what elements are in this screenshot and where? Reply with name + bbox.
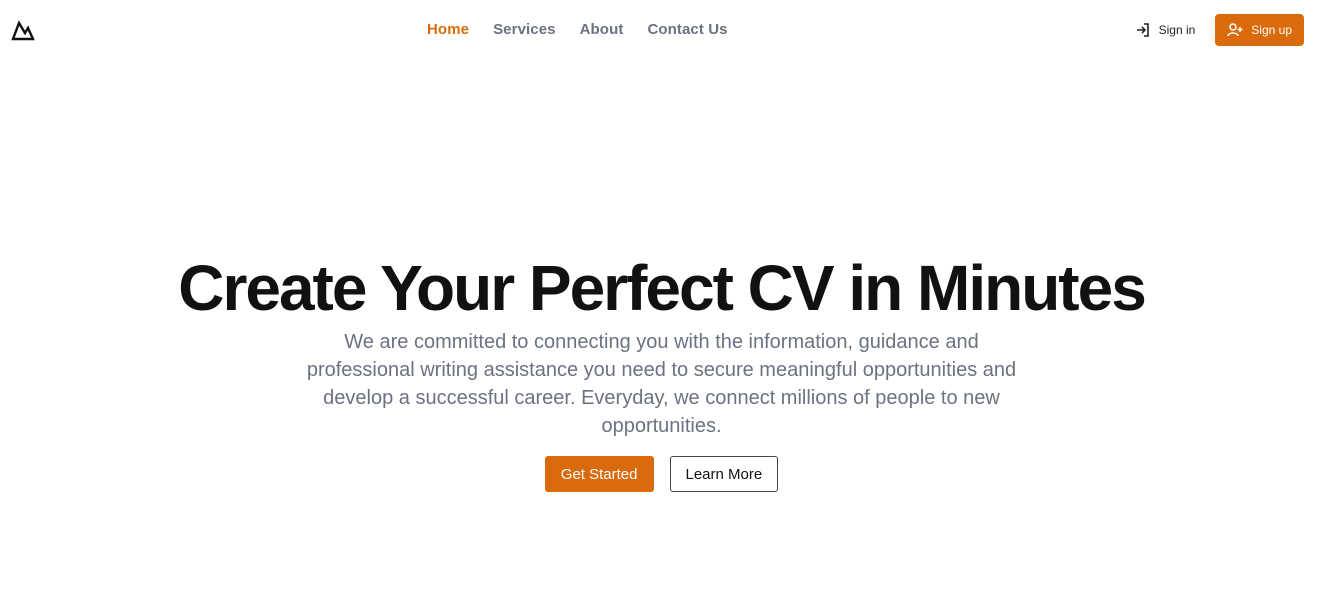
hero-title: Create Your Perfect CV in Minutes: [178, 252, 1147, 324]
nav-link-services[interactable]: Services: [493, 21, 556, 38]
auth-actions: Sign in Sign up: [1135, 14, 1304, 46]
user-plus-icon: [1227, 22, 1243, 38]
navbar: Home Services About Contact Us Sign in S…: [0, 0, 1323, 60]
nav-link-contact-us[interactable]: Contact Us: [647, 21, 727, 38]
hero-actions: Get Started Learn More: [0, 456, 1323, 492]
nav-link-home[interactable]: Home: [427, 21, 469, 38]
sign-up-label: Sign up: [1251, 23, 1292, 37]
nav-link-about[interactable]: About: [580, 21, 624, 38]
mountain-logo-icon[interactable]: [11, 19, 35, 41]
get-started-button[interactable]: Get Started: [544, 456, 654, 492]
hero-section: Create Your Perfect CV in Minutes We are…: [0, 250, 1323, 492]
hero-description: We are committed to connecting you with …: [306, 331, 1017, 437]
sign-in-button[interactable]: Sign in: [1135, 22, 1196, 38]
learn-more-button[interactable]: Learn More: [669, 456, 779, 492]
main-nav: Home Services About Contact Us: [427, 21, 728, 38]
sign-in-label: Sign in: [1158, 23, 1196, 37]
sign-up-button[interactable]: Sign up: [1215, 14, 1304, 46]
login-arrow-icon: [1135, 22, 1151, 38]
